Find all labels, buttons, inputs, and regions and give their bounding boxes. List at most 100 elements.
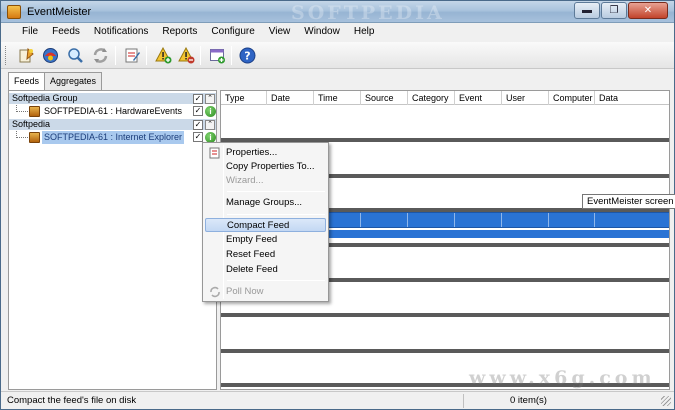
feed-label: SOFTPEDIA-61 : Internet Explorer xyxy=(42,131,185,144)
refresh-icon[interactable] xyxy=(90,45,111,66)
menu-item-empty-feed[interactable]: Empty Feed xyxy=(205,233,326,247)
menu-item-manage-groups[interactable]: Manage Groups... xyxy=(205,196,326,210)
menu-item-label: Reset Feed xyxy=(226,249,276,260)
svg-text:?: ? xyxy=(244,50,250,63)
feed-icon xyxy=(29,106,40,117)
watermark: SOFTPEDIA xyxy=(291,2,445,24)
column-header-type[interactable]: Type xyxy=(221,91,267,105)
grid-cell xyxy=(408,213,455,227)
menu-view[interactable]: View xyxy=(262,23,298,42)
grid-row-divider xyxy=(221,349,669,353)
menu-item-label: Empty Feed xyxy=(226,234,278,245)
column-header-date[interactable]: Date xyxy=(267,91,314,105)
feed-icon xyxy=(29,132,40,143)
column-header-event[interactable]: Event xyxy=(455,91,502,105)
tab-feeds[interactable]: Feeds xyxy=(8,72,46,91)
menu-notifications[interactable]: Notifications xyxy=(87,23,155,42)
add-window-icon[interactable] xyxy=(207,45,228,66)
close-button[interactable]: ✕ xyxy=(628,2,668,19)
group-checkbox[interactable]: ✓ xyxy=(193,120,203,130)
grid-header: Type Date Time Source Category Event Use… xyxy=(221,91,669,105)
window-title: EventMeister xyxy=(27,6,92,18)
find-icon[interactable] xyxy=(65,45,86,66)
tree-group[interactable]: Softpedia Group xyxy=(9,93,216,104)
tree-feed-item[interactable]: SOFTPEDIA-61 : HardwareEvents ✓ i xyxy=(9,105,216,118)
feeds-icon[interactable] xyxy=(40,45,61,66)
collapse-icon[interactable]: ⌃ xyxy=(205,94,215,104)
tree-connector xyxy=(16,131,30,138)
poll-icon xyxy=(210,286,220,298)
status-bar: Compact the feed's file on disk 0 item(s… xyxy=(1,391,674,409)
tab-aggregates[interactable]: Aggregates xyxy=(44,72,103,90)
maximize-button[interactable]: ❐ xyxy=(601,2,627,19)
menu-item-delete-feed[interactable]: Delete Feed xyxy=(205,263,326,277)
resize-grip[interactable] xyxy=(661,396,671,406)
column-header-data[interactable]: Data xyxy=(595,91,669,105)
grid-cell xyxy=(455,213,502,227)
feed-checkbox[interactable]: ✓ xyxy=(193,132,203,142)
info-icon[interactable]: i xyxy=(205,106,216,117)
menu-window[interactable]: Window xyxy=(297,23,347,42)
app-icon xyxy=(7,5,21,19)
feed-label: SOFTPEDIA-61 : HardwareEvents xyxy=(44,106,183,116)
menu-item-poll-now[interactable]: Poll Now xyxy=(205,285,326,299)
menu-item-label: Properties... xyxy=(226,147,278,158)
app-window: EventMeister SOFTPEDIA ▬ ❐ ✕ File Feeds … xyxy=(0,0,675,410)
add-alert-icon[interactable] xyxy=(153,45,174,66)
feeds-tree: Softpedia Group ✓ ⌃ SOFTPEDIA-61 : Hardw… xyxy=(8,90,217,390)
column-header-computer[interactable]: Computer xyxy=(549,91,595,105)
properties-icon xyxy=(209,147,220,159)
menu-item-wizard[interactable]: Wizard... xyxy=(205,174,326,188)
window-controls: ▬ ❐ ✕ xyxy=(573,2,668,19)
tooltip: EventMeister screen xyxy=(582,194,675,209)
group-checkbox[interactable]: ✓ xyxy=(193,94,203,104)
menu-item-label: Copy Properties To... xyxy=(226,161,315,172)
help-icon[interactable]: ? xyxy=(237,45,258,66)
toolbar: ? xyxy=(1,42,674,69)
feed-checkbox[interactable]: ✓ xyxy=(193,106,203,116)
menu-item-compact-feed[interactable]: Compact Feed xyxy=(205,218,326,232)
toolbar-separator xyxy=(231,46,232,65)
menu-item-reset-feed[interactable]: Reset Feed xyxy=(205,248,326,262)
collapse-icon[interactable]: ⌃ xyxy=(205,120,215,130)
minimize-button[interactable]: ▬ xyxy=(574,2,600,19)
grid-row-divider xyxy=(221,313,669,317)
toolbar-separator xyxy=(200,46,201,65)
menu-reports[interactable]: Reports xyxy=(155,23,204,42)
menu-item-label: Delete Feed xyxy=(226,264,278,275)
new-feed-icon[interactable] xyxy=(16,45,37,66)
column-header-user[interactable]: User xyxy=(502,91,549,105)
menu-configure[interactable]: Configure xyxy=(204,23,261,42)
tree-group[interactable]: Softpedia xyxy=(9,119,216,130)
menu-item-label: Compact Feed xyxy=(227,220,290,231)
menu-file[interactable]: File xyxy=(15,23,45,42)
toolbar-separator xyxy=(146,46,147,65)
column-header-source[interactable]: Source xyxy=(361,91,408,105)
menu-separator xyxy=(227,280,325,281)
menu-help[interactable]: Help xyxy=(347,23,382,42)
menu-item-copy-properties[interactable]: Copy Properties To... xyxy=(205,160,326,174)
toolbar-separator xyxy=(115,46,116,65)
menu-separator xyxy=(227,191,325,192)
menu-bar: File Feeds Notifications Reports Configu… xyxy=(1,23,674,42)
menu-item-label: Manage Groups... xyxy=(226,197,303,208)
title-bar[interactable]: EventMeister SOFTPEDIA ▬ ❐ ✕ xyxy=(1,1,674,24)
delete-alert-icon[interactable] xyxy=(176,45,197,66)
column-header-category[interactable]: Category xyxy=(408,91,455,105)
edit-notification-icon[interactable] xyxy=(122,45,143,66)
menu-item-properties[interactable]: Properties... xyxy=(205,146,326,160)
panel-tabs: Feeds Aggregates xyxy=(8,72,103,91)
menu-feeds[interactable]: Feeds xyxy=(45,23,87,42)
menu-separator xyxy=(227,214,325,215)
menu-item-label: Wizard... xyxy=(226,175,264,186)
status-text: Compact the feed's file on disk xyxy=(7,395,137,406)
group-label: Softpedia Group xyxy=(12,93,78,103)
menu-item-label: Poll Now xyxy=(226,286,264,297)
item-count: 0 item(s) xyxy=(510,395,547,406)
grid-cell xyxy=(361,213,408,227)
grid-cell xyxy=(502,213,549,227)
tree-feed-item[interactable]: SOFTPEDIA-61 : Internet Explorer ✓ i xyxy=(9,131,216,144)
column-header-time[interactable]: Time xyxy=(314,91,361,105)
grid-cell xyxy=(549,213,595,227)
toolbar-grip[interactable] xyxy=(5,46,8,65)
